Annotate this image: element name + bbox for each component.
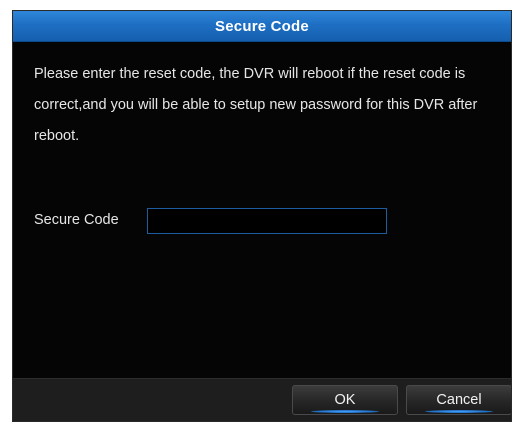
reset-instructions: Please enter the reset code, the DVR wil… — [34, 66, 478, 144]
secure-code-label: Secure Code — [34, 212, 119, 228]
cancel-button[interactable]: Cancel — [406, 385, 511, 415]
dialog-title: Secure Code — [215, 17, 309, 35]
dialog-titlebar: Secure Code — [13, 11, 511, 42]
dialog-footer: OK Cancel — [13, 378, 511, 421]
cancel-button-label: Cancel — [436, 392, 482, 408]
secure-code-dialog: Secure Code Please enter the reset code,… — [12, 10, 512, 422]
secure-code-input[interactable] — [147, 208, 387, 234]
ok-button[interactable]: OK — [292, 385, 398, 415]
ok-button-label: OK — [334, 392, 356, 408]
